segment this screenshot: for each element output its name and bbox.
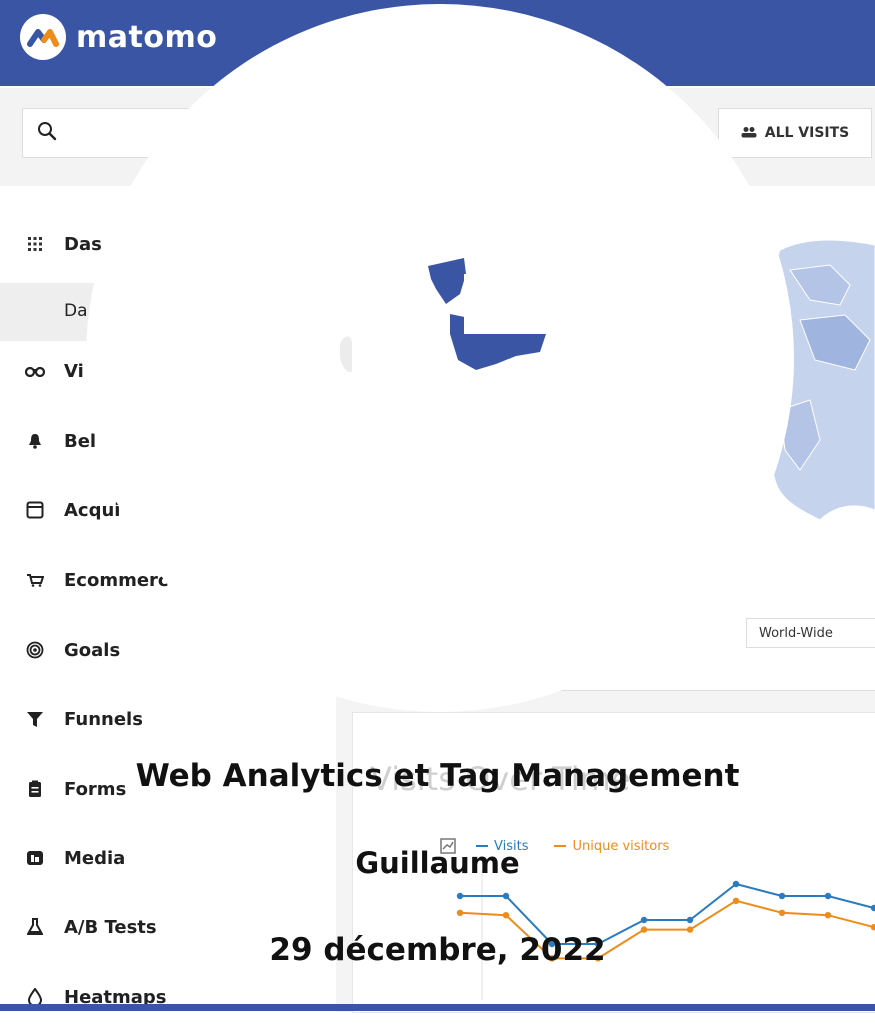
data-point[interactable] [824,892,832,900]
binoculars-icon [24,365,46,377]
data-point[interactable] [778,909,786,916]
data-point[interactable] [778,892,786,900]
article-author: Guillaume [355,846,520,880]
data-point[interactable] [732,897,740,904]
window-icon [24,501,46,519]
data-point[interactable] [686,916,694,924]
data-point[interactable] [640,916,648,924]
data-point[interactable] [502,892,510,900]
bottom-accent-line [0,1004,875,1011]
data-point[interactable] [456,909,464,916]
sidebar-subitem-label: Da [64,301,88,321]
article-title: Web Analytics et Tag Management [135,758,740,794]
target-icon [24,641,46,659]
map-fragment [428,258,466,304]
article-date: 29 décembre, 2022 [269,932,606,968]
search-icon [37,121,57,145]
funnel-icon [24,710,46,728]
data-point[interactable] [456,892,464,900]
featured-image-circle [86,4,794,712]
data-point[interactable] [870,924,875,931]
bell-icon [24,433,46,449]
data-point[interactable] [732,880,740,888]
data-point[interactable] [870,904,875,912]
sidebar-item-label: Vi [64,360,84,382]
logo-mark-icon [20,14,66,60]
grid-icon [24,237,46,251]
sidebar-item-heatmaps[interactable]: Heatmaps [0,968,330,1026]
data-point[interactable] [502,912,510,919]
cart-icon [24,573,46,587]
data-point[interactable] [824,912,832,919]
